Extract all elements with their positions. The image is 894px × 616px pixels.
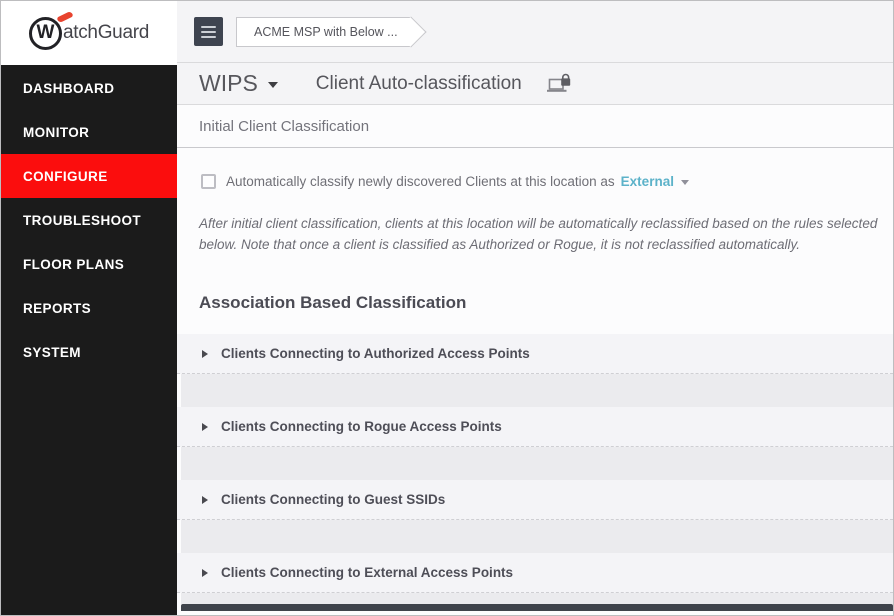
- sidebar-item-label: REPORTS: [23, 300, 92, 316]
- sidebar-item-reports[interactable]: REPORTS: [1, 286, 177, 330]
- reclassification-note: After initial client classification, cli…: [199, 216, 878, 252]
- sidebar-item-label: DASHBOARD: [23, 80, 115, 96]
- app-window: W atchGuard DASHBOARD MONITOR CONFIGURE …: [0, 0, 894, 616]
- sidebar-item-configure[interactable]: CONFIGURE: [1, 154, 177, 198]
- chevron-down-icon: [267, 82, 278, 88]
- association-heading: Association Based Classification: [199, 293, 467, 312]
- sidebar-item-floor-plans[interactable]: FLOOR PLANS: [1, 242, 177, 286]
- wips-menu[interactable]: WIPS: [199, 70, 278, 97]
- initial-classification-label: Initial Client Classification: [199, 117, 370, 135]
- section-external-aps: Clients Connecting to External Access Po…: [177, 553, 893, 604]
- section-header-rogue-aps[interactable]: Clients Connecting to Rogue Access Point…: [177, 407, 893, 447]
- sidebar-item-monitor[interactable]: MONITOR: [1, 110, 177, 154]
- section-header-external-aps[interactable]: Clients Connecting to External Access Po…: [177, 553, 893, 593]
- sidebar-item-label: SYSTEM: [23, 344, 81, 360]
- sidebar-nav: DASHBOARD MONITOR CONFIGURE TROUBLESHOOT…: [1, 65, 177, 374]
- sidebar-item-label: TROUBLESHOOT: [23, 212, 142, 228]
- client-lock-icon[interactable]: [546, 73, 572, 94]
- sidebar-item-system[interactable]: SYSTEM: [1, 330, 177, 374]
- wips-menu-label: WIPS: [199, 70, 258, 96]
- page-title-row: WIPS Client Auto-classification: [177, 63, 893, 105]
- chevron-down-icon: [680, 179, 689, 185]
- sidebar-item-label: CONFIGURE: [23, 168, 108, 184]
- classification-dropdown[interactable]: External: [621, 174, 689, 189]
- section-guest-ssids: Clients Connecting to Guest SSIDs: [177, 480, 893, 553]
- main-panel: ACME MSP with Below ... WIPS Client Auto…: [177, 1, 893, 615]
- section-gap: [181, 520, 893, 553]
- footer-bar: [181, 604, 893, 611]
- logo-swoosh-icon: [56, 10, 74, 23]
- section-title: Clients Connecting to Authorized Access …: [221, 346, 530, 361]
- menu-icon[interactable]: [194, 17, 223, 46]
- auto-classify-label: Automatically classify newly discovered …: [226, 173, 615, 189]
- auto-classify-row: Automatically classify newly discovered …: [201, 173, 893, 189]
- section-authorized-aps: Clients Connecting to Authorized Access …: [177, 334, 893, 407]
- chevron-right-icon: [202, 495, 208, 504]
- watchguard-logo: W atchGuard: [1, 1, 177, 65]
- section-gap: [181, 447, 893, 480]
- section-rogue-aps: Clients Connecting to Rogue Access Point…: [177, 407, 893, 480]
- classification-sections: Clients Connecting to Authorized Access …: [177, 334, 893, 604]
- section-title: Clients Connecting to Rogue Access Point…: [221, 419, 502, 434]
- chevron-right-icon: [202, 349, 208, 358]
- section-gap: [181, 374, 893, 407]
- sidebar-item-dashboard[interactable]: DASHBOARD: [1, 66, 177, 110]
- logo-text: atchGuard: [62, 22, 150, 43]
- page-title: Client Auto-classification: [315, 72, 522, 94]
- sidebar: W atchGuard DASHBOARD MONITOR CONFIGURE …: [1, 1, 177, 615]
- topbar: ACME MSP with Below ...: [177, 1, 893, 63]
- sidebar-item-troubleshoot[interactable]: TROUBLESHOOT: [1, 198, 177, 242]
- section-header-guest-ssids[interactable]: Clients Connecting to Guest SSIDs: [177, 480, 893, 520]
- watchguard-logo-lockup: W atchGuard: [28, 10, 150, 50]
- page-body: Automatically classify newly discovered …: [177, 148, 893, 615]
- section-header-authorized-aps[interactable]: Clients Connecting to Authorized Access …: [177, 334, 893, 374]
- section-title: Clients Connecting to Guest SSIDs: [221, 492, 446, 507]
- breadcrumb-label: ACME MSP with Below ...: [254, 24, 398, 39]
- breadcrumb[interactable]: ACME MSP with Below ...: [236, 16, 412, 47]
- section-title: Clients Connecting to External Access Po…: [221, 565, 514, 580]
- chevron-right-icon: [202, 422, 208, 431]
- initial-classification-header: Initial Client Classification: [177, 105, 893, 148]
- classification-dropdown-value: External: [620, 173, 674, 189]
- logo-w-circle: W: [28, 16, 62, 50]
- auto-classify-checkbox[interactable]: [201, 173, 216, 189]
- sidebar-item-label: MONITOR: [23, 124, 90, 140]
- sidebar-item-label: FLOOR PLANS: [23, 256, 125, 272]
- chevron-right-icon: [202, 568, 208, 577]
- section-gap: [181, 593, 893, 604]
